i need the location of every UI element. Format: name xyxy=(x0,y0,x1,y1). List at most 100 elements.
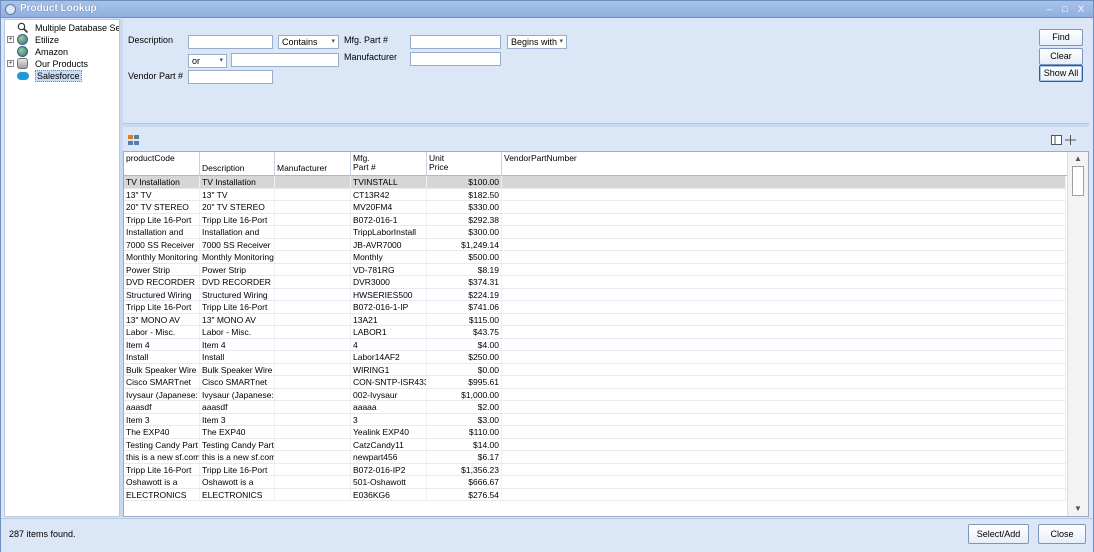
table-cell: $500.00 xyxy=(427,251,502,263)
table-cell xyxy=(502,401,1066,413)
table-row[interactable]: Cisco SMARTnet Cisco SMARTnet CON-SNTP-ISR… xyxy=(124,376,1066,389)
table-row[interactable]: Structured Wiring Structured Wiring HWSERI… xyxy=(124,288,1066,301)
maximize-button[interactable]: □ xyxy=(1059,3,1071,15)
table-row[interactable]: Tripp Lite 16-Port Tripp Lite 16-Port B072… xyxy=(124,301,1066,314)
table-cell: 501-Oshawott xyxy=(351,476,427,488)
table-row[interactable]: 20" TV STEREO 20" TV STEREO MV20FM4 $330.00 xyxy=(124,201,1066,214)
table-cell xyxy=(502,488,1066,501)
table-cell: DVD RECORDER xyxy=(200,276,275,288)
tree-item-multiple-database-search[interactable]: Multiple Database Search xyxy=(5,22,119,34)
table-cell: $8.19 xyxy=(427,263,502,276)
chevron-down-icon: ▾ xyxy=(559,38,563,45)
tree-item-salesforce[interactable]: Salesforce xyxy=(5,70,119,82)
title-bar[interactable]: Product Lookup – □ X xyxy=(1,1,1093,18)
mfg-part-input[interactable] xyxy=(410,35,501,49)
table-cell: this is a new sf.com xyxy=(202,451,275,463)
tree-item-amazon[interactable]: Amazon xyxy=(5,46,119,58)
table-row[interactable]: ELECTRONICS ELECTRONICS E036KG6 $276.54 xyxy=(124,488,1066,501)
table-cell xyxy=(275,313,351,326)
table-row[interactable]: Labor - Misc. Labor - Misc. LABOR1 $43.75 xyxy=(124,326,1066,339)
find-button[interactable]: Find xyxy=(1039,29,1083,46)
vendor-part-input[interactable] xyxy=(188,70,273,84)
table-row[interactable]: The EXP40 The EXP40 Yealink EXP40 $110.00 xyxy=(124,426,1066,439)
column-header-unit-price[interactable]: Unit Price xyxy=(427,152,502,176)
column-header-vendorpartnumber[interactable]: VendorPartNumber xyxy=(502,152,1066,176)
column-chooser-icon[interactable] xyxy=(128,135,139,145)
table-cell xyxy=(502,288,1066,301)
expand-icon[interactable]: + xyxy=(7,60,14,67)
column-header-description[interactable]: Description xyxy=(200,152,275,176)
table-cell xyxy=(502,276,1066,288)
layout-icon[interactable] xyxy=(1051,135,1062,145)
table-cell: The EXP40 xyxy=(124,426,200,438)
table-row[interactable]: Oshawott is a Oshawott is a 501-Oshawott $6… xyxy=(124,476,1066,489)
table-row[interactable]: 13" MONO AV 13" MONO AV 13A21 $115.00 xyxy=(124,313,1066,326)
logic-operator-select[interactable]: or ▾ xyxy=(188,54,227,68)
table-cell: DVD RECORDER xyxy=(124,276,200,288)
table-cell: CON-SNTP-ISR433 xyxy=(353,376,427,388)
table-cell: TVINSTALL xyxy=(351,176,427,188)
mfg-part-mode-select[interactable]: Begins with ▾ xyxy=(507,35,567,49)
table-row[interactable]: Installation and Installation and TrippLab… xyxy=(124,226,1066,239)
expand-grid-icon[interactable] xyxy=(1065,135,1076,145)
column-header-productcode[interactable]: productCode xyxy=(124,152,200,176)
table-cell: Power Strip xyxy=(200,263,275,276)
table-row[interactable]: TV Installation TV Installation TVINSTALL $… xyxy=(124,176,1066,189)
description-label: Description xyxy=(128,35,174,45)
database-globe-icon xyxy=(17,46,28,57)
table-row[interactable]: DVD RECORDER DVD RECORDER DVR3000 $374.31 xyxy=(124,276,1066,289)
grid-header: productCode Description Manufacturer Mfg… xyxy=(124,152,1088,176)
database-tree[interactable]: Multiple Database Search + Etilize Amazo… xyxy=(4,19,120,517)
table-cell xyxy=(275,176,351,188)
manufacturer-input[interactable] xyxy=(410,52,501,66)
table-row[interactable]: 7000 SS Receiver 7000 SS Receiver JB-AVR70… xyxy=(124,238,1066,251)
header-label: Description xyxy=(202,163,245,173)
table-cell xyxy=(275,376,351,388)
column-header-mfg-part[interactable]: Mfg. Part # xyxy=(351,152,427,176)
table-row[interactable]: Monthly Monitoring Monthly Monitoring Mont… xyxy=(124,251,1066,264)
minimize-button[interactable]: – xyxy=(1043,3,1055,15)
table-cell: TV Installation xyxy=(200,176,275,188)
select-add-button[interactable]: Select/Add xyxy=(968,524,1029,544)
table-row[interactable]: Tripp Lite 16-Port Tripp Lite 16-Port B072… xyxy=(124,213,1066,226)
scroll-up-icon[interactable]: ▲ xyxy=(1068,152,1088,166)
scroll-down-icon[interactable]: ▼ xyxy=(1068,502,1088,516)
table-cell: Labor14AF2 xyxy=(351,351,427,363)
tree-item-etilize[interactable]: + Etilize xyxy=(5,34,119,46)
vertical-scrollbar[interactable]: ▲ ▼ xyxy=(1067,152,1088,516)
table-row[interactable]: Testing Candy Part - Testing Candy Part -… xyxy=(124,438,1066,451)
table-row[interactable]: this is a new sf.com this is a new sf.com… xyxy=(124,451,1066,464)
table-cell: B072-016-1-IP xyxy=(351,301,427,313)
description-mode-select[interactable]: Contains ▾ xyxy=(278,35,339,49)
table-row[interactable]: Bulk Speaker Wire - Bulk Speaker Wire - WI… xyxy=(124,363,1066,376)
tree-item-our-products[interactable]: + Our Products xyxy=(5,58,119,70)
table-cell: CatzCandy11 xyxy=(351,438,427,451)
close-button[interactable]: Close xyxy=(1038,524,1086,544)
table-cell xyxy=(275,301,351,313)
tree-item-label: Multiple Database Search xyxy=(35,23,119,33)
table-row[interactable]: Tripp Lite 16-Port Tripp Lite 16-Port B072… xyxy=(124,463,1066,476)
column-header-manufacturer[interactable]: Manufacturer xyxy=(275,152,351,176)
description-input[interactable] xyxy=(188,35,273,49)
table-cell: Structured Wiring xyxy=(200,288,275,301)
table-cell: 7000 SS Receiver xyxy=(200,238,275,251)
table-row[interactable]: Ivysaur (Japanese: Ivysaur (Japanese: 002-… xyxy=(124,388,1066,401)
expand-icon[interactable]: + xyxy=(7,36,14,43)
table-cell: $100.00 xyxy=(427,176,502,188)
description2-input[interactable] xyxy=(231,53,339,67)
table-row[interactable]: Item 3 Item 3 3 $3.00 xyxy=(124,413,1066,426)
table-row[interactable]: Item 4 Item 4 4 $4.00 xyxy=(124,338,1066,351)
scroll-thumb[interactable] xyxy=(1072,166,1084,196)
table-row[interactable]: aaasdf aaasdf aaaaa $2.00 xyxy=(124,401,1066,414)
table-row[interactable]: 13" TV 13" TV CT13R42 $182.50 xyxy=(124,188,1066,201)
table-row[interactable]: Power Strip Power Strip VD-781RG $8.19 xyxy=(124,263,1066,276)
table-cell: Monthly xyxy=(351,251,427,263)
close-window-button[interactable]: X xyxy=(1075,3,1087,15)
table-row[interactable]: Install Install Labor14AF2 $250.00 xyxy=(124,351,1066,364)
horizontal-splitter[interactable] xyxy=(123,123,1089,127)
table-cell: $300.00 xyxy=(427,226,502,238)
clear-button[interactable]: Clear xyxy=(1039,48,1083,65)
results-grid[interactable]: productCode Description Manufacturer Mfg… xyxy=(123,151,1089,517)
show-all-button[interactable]: Show All xyxy=(1039,65,1083,82)
table-cell: E036KG6 xyxy=(351,488,427,501)
